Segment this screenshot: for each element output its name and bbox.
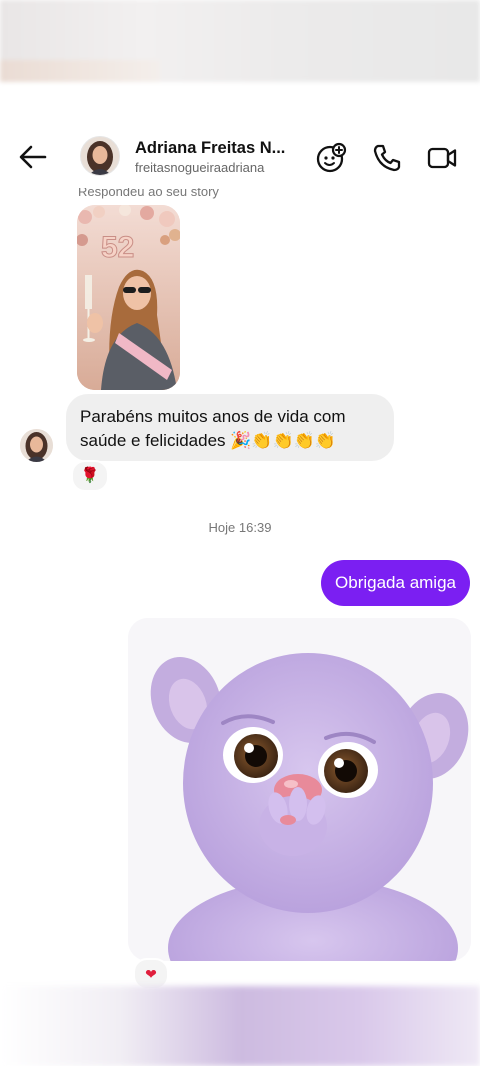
outgoing-message-bubble[interactable]: Obrigada amiga [321, 560, 470, 606]
balloon-number: 52 [101, 231, 134, 264]
blurred-bottom-area [0, 986, 480, 1066]
sender-avatar-image [20, 429, 53, 462]
video-camera-icon[interactable] [426, 142, 458, 174]
contact-name[interactable]: Adriana Freitas N... [135, 139, 285, 158]
incoming-message-line-2: saúde e felicidades 🎉👏👏👏👏 [80, 431, 337, 450]
contact-handle[interactable]: freitasnogueiraadriana [135, 160, 264, 175]
profile-avatar[interactable] [80, 136, 120, 176]
incoming-message-line-1: Parabéns muitos anos de vida com [80, 407, 346, 426]
avatar-image [81, 137, 119, 175]
incoming-message-bubble[interactable]: Parabéns muitos anos de vida com saúde e… [66, 394, 394, 461]
blurred-top-area [0, 0, 480, 82]
phone-icon[interactable] [371, 142, 403, 174]
timestamp: Hoje 16:39 [208, 520, 272, 535]
story-thumbnail[interactable]: 52 [77, 205, 180, 390]
pink-monster-sticker [128, 618, 471, 961]
back-arrow-icon[interactable] [16, 140, 50, 174]
sticker-face-icon[interactable] [315, 142, 347, 174]
chat-header: Adriana Freitas N... freitasnogueiraadri… [0, 128, 480, 188]
sender-avatar[interactable] [20, 429, 53, 462]
story-photo: 52 [77, 205, 180, 390]
rose-reaction[interactable]: 🌹 [71, 460, 109, 492]
sticker-image[interactable] [128, 618, 471, 961]
